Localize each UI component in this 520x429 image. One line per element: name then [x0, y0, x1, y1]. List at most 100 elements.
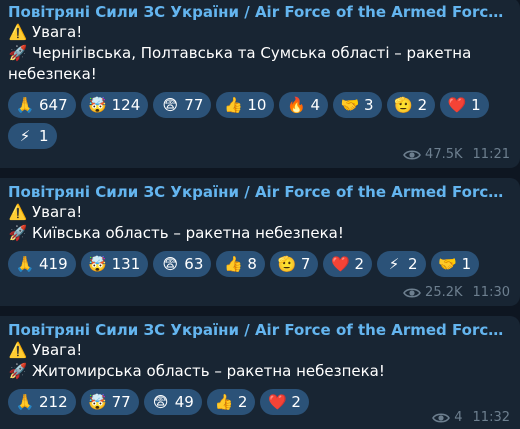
reaction-count: 8 [247, 255, 257, 273]
exploding-head-icon: 🤯 [88, 255, 107, 273]
reaction-fearful[interactable]: 😨 77 [153, 92, 212, 118]
timestamp: 11:30 [472, 285, 510, 300]
reaction-fire[interactable]: 🔥 4 [279, 92, 329, 118]
channel-name[interactable]: Повітряні Сили ЗС України / Air Force of… [8, 182, 510, 202]
reaction-thumbs-up[interactable]: 👍 10 [216, 92, 275, 118]
eye-icon [432, 412, 451, 424]
reaction-count: 3 [364, 96, 374, 114]
reaction-thumbs-up[interactable]: 👍 2 [206, 389, 256, 415]
reaction-handshake[interactable]: 🤝 1 [430, 251, 480, 277]
reaction-count: 2 [354, 255, 365, 273]
fire-icon: 🔥 [287, 96, 306, 114]
reaction-count: 2 [417, 96, 428, 114]
exploding-head-icon: 🤯 [88, 393, 107, 411]
warning-icon: ⚠️ [8, 23, 28, 41]
reactions-bar: 🙏 647 🤯 124 😨 77 👍 10 🔥 4 🤝 3 🫡 2 ❤️ 1 ⚡ 1 [8, 92, 508, 149]
handshake-icon: 🤝 [340, 96, 360, 114]
reaction-pray[interactable]: 🙏 419 [8, 251, 76, 277]
salute-icon: 🫡 [394, 96, 413, 114]
reaction-count: 2 [237, 393, 248, 411]
reaction-salute[interactable]: 🫡 7 [269, 251, 319, 277]
reaction-count: 7 [300, 255, 311, 273]
reaction-lightning[interactable]: ⚡ 1 [8, 123, 57, 149]
message-card[interactable]: Повітряні Сили ЗС України / Air Force of… [0, 316, 520, 429]
view-count: 25.2K [425, 285, 463, 300]
alert-text: Житомирська область – ракетна небезпека! [32, 362, 385, 380]
reaction-heart[interactable]: ❤️ 1 [440, 92, 489, 118]
lightning-icon: ⚡ [388, 255, 400, 273]
view-count: 4 [454, 410, 463, 425]
warning-line: ⚠️ Увага! [8, 22, 510, 43]
message-card[interactable]: Повітряні Сили ЗС України / Air Force of… [0, 0, 520, 168]
eye-icon [403, 149, 421, 161]
reaction-pray[interactable]: 🙏 212 [8, 389, 76, 415]
pray-icon: 🙏 [15, 393, 35, 411]
timestamp: 11:32 [472, 410, 510, 425]
warning-icon: ⚠️ [8, 341, 28, 359]
reaction-lightning[interactable]: ⚡ 2 [377, 251, 426, 277]
reaction-exploding-head[interactable]: 🤯 77 [80, 389, 139, 415]
reaction-count: 212 [39, 393, 68, 411]
reaction-pray[interactable]: 🙏 647 [8, 92, 76, 118]
rocket-icon: 🚀 [8, 224, 28, 242]
pray-icon: 🙏 [15, 255, 35, 273]
reaction-count: 124 [111, 96, 141, 114]
reaction-count: 419 [39, 255, 68, 273]
heart-icon: ❤️ [268, 393, 287, 411]
channel-name[interactable]: Повітряні Сили ЗС України / Air Force of… [8, 2, 510, 22]
heart-icon: ❤️ [447, 96, 467, 114]
reaction-thumbs-up[interactable]: 👍 8 [216, 251, 265, 277]
view-count: 47.5K [425, 147, 463, 162]
reactions-bar: 🙏 419 🤯 131 😨 63 👍 8 🫡 7 ❤️ 2 ⚡ 2 🤝 1 [8, 251, 508, 277]
channel-name[interactable]: Повітряні Сили ЗС України / Air Force of… [8, 320, 510, 340]
heart-icon: ❤️ [331, 255, 350, 273]
thumbs-up-icon: 👍 [224, 96, 243, 114]
reaction-count: 1 [471, 96, 481, 114]
salute-icon: 🫡 [277, 255, 297, 273]
message-meta: 25.2K 11:30 [403, 285, 510, 300]
alert-text: Київська область – ракетна небезпека! [32, 224, 344, 242]
thumbs-up-icon: 👍 [214, 393, 234, 411]
reaction-count: 1 [39, 127, 49, 145]
reaction-salute[interactable]: 🫡 2 [386, 92, 436, 118]
reaction-fearful[interactable]: 😨 49 [143, 389, 202, 415]
handshake-icon: 🤝 [438, 255, 457, 273]
reaction-count: 4 [310, 96, 321, 114]
reaction-count: 647 [39, 96, 68, 114]
rocket-icon: 🚀 [8, 44, 28, 62]
reaction-exploding-head[interactable]: 🤯 124 [80, 92, 149, 118]
warning-text: Увага! [32, 203, 83, 221]
alert-line: 🚀 Чернігівська, Полтавська та Сумська обл… [8, 43, 510, 85]
reaction-heart[interactable]: ❤️ 2 [260, 389, 309, 415]
reaction-count: 131 [111, 255, 141, 273]
fearful-face-icon: 😨 [162, 255, 179, 273]
reaction-count: 77 [184, 96, 204, 114]
reaction-count: 2 [291, 393, 301, 411]
pray-icon: 🙏 [15, 96, 35, 114]
warning-icon: ⚠️ [8, 203, 28, 221]
timestamp: 11:21 [472, 147, 510, 162]
alert-text: Чернігівська, Полтавська та Сумська обла… [8, 44, 472, 83]
rocket-icon: 🚀 [8, 362, 28, 380]
fearful-face-icon: 😨 [162, 96, 179, 114]
warning-line: ⚠️ Увага! [8, 202, 510, 223]
reaction-count: 1 [461, 255, 472, 273]
thumbs-up-icon: 👍 [224, 255, 243, 273]
warning-line: ⚠️ Увага! [8, 340, 510, 361]
reaction-count: 77 [111, 393, 131, 411]
message-meta: 4 11:32 [432, 410, 510, 425]
alert-line: 🚀 Київська область – ракетна небезпека! [8, 223, 510, 244]
reaction-fearful[interactable]: 😨 63 [153, 251, 212, 277]
reaction-count: 2 [408, 255, 418, 273]
warning-text: Увага! [32, 341, 83, 359]
reaction-handshake[interactable]: 🤝 3 [333, 92, 382, 118]
reaction-heart[interactable]: ❤️ 2 [323, 251, 373, 277]
eye-icon [403, 287, 421, 299]
warning-text: Увага! [32, 23, 83, 41]
lightning-icon: ⚡ [19, 127, 31, 145]
message-card[interactable]: Повітряні Сили ЗС України / Air Force of… [0, 178, 520, 306]
reaction-exploding-head[interactable]: 🤯 131 [80, 251, 149, 277]
reaction-count: 63 [184, 255, 204, 273]
reaction-count: 49 [174, 393, 194, 411]
alert-line: 🚀 Житомирська область – ракетна небезпека… [8, 361, 510, 382]
